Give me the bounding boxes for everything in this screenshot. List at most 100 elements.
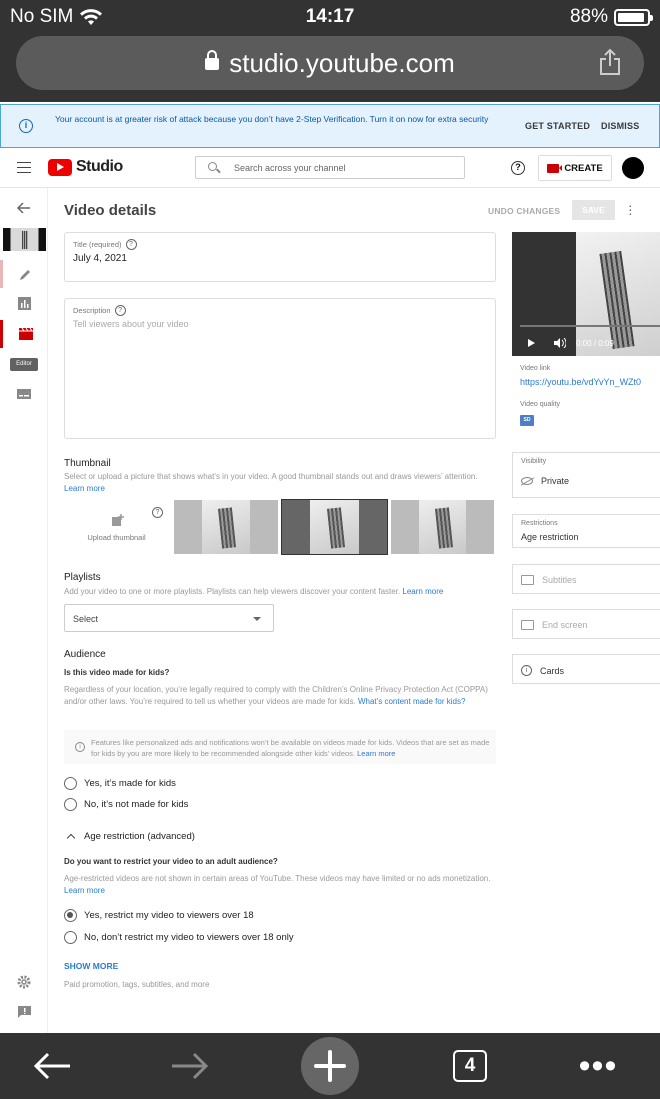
- age-yes-label: Yes, restrict my video to viewers over 1…: [84, 910, 254, 921]
- save-button[interactable]: SAVE: [572, 200, 615, 220]
- lock-icon: [205, 50, 220, 70]
- thumbnail-option[interactable]: [174, 500, 278, 554]
- editor-tooltip: Editor: [10, 358, 38, 371]
- play-icon[interactable]: [528, 339, 535, 347]
- help-icon[interactable]: ?: [125, 239, 137, 250]
- thumbnail-option-selected[interactable]: [281, 499, 388, 555]
- end-screen-icon: [521, 620, 534, 630]
- undo-changes-button[interactable]: UNDO CHANGES: [488, 206, 560, 216]
- end-screen-button[interactable]: End screen: [512, 609, 660, 639]
- banner-text: Your account is at greater risk of attac…: [55, 114, 489, 124]
- select-value: Select: [73, 614, 99, 624]
- search-icon: [208, 162, 217, 171]
- radio-button[interactable]: [64, 777, 77, 790]
- playlists-select[interactable]: Select: [64, 604, 274, 632]
- help-icon[interactable]: ?: [152, 507, 163, 518]
- editor-icon[interactable]: [0, 320, 48, 348]
- title-label: Title (required): [73, 240, 122, 249]
- settings-gear-icon[interactable]: [0, 968, 48, 996]
- feedback-icon[interactable]: [0, 998, 48, 1026]
- new-tab-button[interactable]: [300, 1033, 360, 1099]
- upload-thumbnail-button[interactable]: ? Upload thumbnail: [64, 500, 169, 554]
- tabs-button[interactable]: 4: [440, 1033, 500, 1099]
- cards-button[interactable]: i Cards: [512, 654, 660, 684]
- eye-off-icon: [521, 477, 533, 485]
- video-progress-bar[interactable]: [520, 325, 660, 327]
- video-link[interactable]: https://youtu.be/vdYvYn_WZt0: [520, 377, 641, 387]
- visibility-selector[interactable]: Visibility Private: [512, 452, 660, 498]
- age-description: Age-restricted videos are not shown in c…: [64, 874, 491, 895]
- restrictions-value: Age restriction: [521, 532, 579, 542]
- video-quality-label: Video quality: [520, 401, 560, 408]
- video-player[interactable]: 0:00 / 0:09: [512, 232, 660, 356]
- made-for-kids-link[interactable]: What’s content made for kids?: [358, 697, 465, 706]
- battery-icon: [614, 8, 653, 26]
- security-banner: i Your account is at greater risk of att…: [0, 104, 660, 148]
- info-icon: i: [75, 742, 85, 752]
- radio-button[interactable]: [64, 931, 77, 944]
- subtitles-button[interactable]: Subtitles: [512, 564, 660, 594]
- dropdown-arrow-icon: [253, 617, 261, 621]
- status-bar: No SIM 14:17 88%: [0, 0, 660, 32]
- dismiss-button[interactable]: DISMISS: [601, 121, 639, 131]
- back-arrow-icon[interactable]: [0, 194, 48, 222]
- age-learn-more-link[interactable]: Learn more: [64, 886, 105, 895]
- create-button[interactable]: CREATE: [538, 155, 612, 181]
- cards-label: Cards: [540, 665, 565, 676]
- help-icon[interactable]: ?: [511, 161, 525, 175]
- browser-bottom-bar: 4 •••: [0, 1033, 660, 1099]
- browser-toolbar: studio.youtube.com: [0, 32, 660, 102]
- end-screen-label: End screen: [542, 620, 588, 630]
- age-yes-radio[interactable]: Yes, restrict my video to viewers over 1…: [64, 909, 254, 922]
- avatar[interactable]: [622, 157, 644, 179]
- age-question: Do you want to restrict your video to an…: [64, 857, 278, 866]
- kids-yes-radio[interactable]: Yes, it’s made for kids: [64, 777, 176, 790]
- more-menu-icon[interactable]: •••: [568, 1033, 628, 1099]
- battery-percent: 88%: [569, 6, 608, 27]
- clock: 14:17: [305, 6, 355, 27]
- show-more-button[interactable]: SHOW MORE: [64, 961, 118, 971]
- page-title: Video details: [64, 202, 157, 219]
- video-link-label: Video link: [520, 365, 551, 372]
- description-placeholder: Tell viewers about your video: [73, 319, 189, 329]
- search-input[interactable]: Search across your channel: [195, 156, 465, 179]
- title-value: July 4, 2021: [73, 253, 127, 264]
- thumbnail-learn-more-link[interactable]: Learn more: [64, 484, 105, 493]
- share-icon[interactable]: [598, 48, 622, 76]
- studio-header: Studio Search across your channel ? CREA…: [0, 148, 660, 188]
- restrictions-label: Restrictions: [521, 520, 558, 527]
- video-thumbnail[interactable]: [3, 228, 46, 251]
- age-no-radio[interactable]: No, don’t restrict my video to viewers o…: [64, 931, 294, 944]
- playlists-learn-more-link[interactable]: Learn more: [402, 587, 443, 596]
- edit-icon[interactable]: [0, 260, 48, 288]
- age-restriction-toggle[interactable]: Age restriction (advanced): [66, 831, 195, 843]
- studio-logo[interactable]: Studio: [48, 158, 123, 176]
- restrictions-box[interactable]: Restrictions Age restriction: [512, 514, 660, 548]
- get-started-button[interactable]: GET STARTED: [525, 121, 590, 131]
- kids-notice: i Features like personalized ads and not…: [64, 730, 496, 764]
- more-options-icon[interactable]: · · ·: [628, 198, 633, 220]
- video-details-page: Video details UNDO CHANGES SAVE · · · Titl…: [48, 188, 660, 1033]
- url-text: studio.youtube.com: [229, 48, 455, 78]
- youtube-logo-icon: [48, 158, 72, 176]
- address-bar[interactable]: studio.youtube.com: [16, 36, 644, 90]
- description-label: Description: [73, 306, 111, 315]
- search-placeholder: Search across your channel: [234, 163, 346, 173]
- description-field[interactable]: Description? Tell viewers about your vid…: [64, 298, 496, 439]
- volume-icon[interactable]: [554, 337, 567, 351]
- menu-icon[interactable]: [17, 162, 31, 173]
- radio-button[interactable]: [64, 798, 77, 811]
- title-field[interactable]: Title (required)? July 4, 2021: [64, 232, 496, 282]
- kids-no-radio[interactable]: No, it’s not made for kids: [64, 798, 188, 811]
- notice-learn-more-link[interactable]: Learn more: [357, 749, 395, 758]
- radio-button-selected[interactable]: [64, 909, 77, 922]
- logo-text: Studio: [76, 158, 123, 175]
- audience-heading: Audience: [64, 649, 106, 660]
- thumbnail-option[interactable]: [391, 500, 494, 554]
- plus-icon: [301, 1037, 359, 1095]
- analytics-icon[interactable]: [0, 289, 48, 317]
- subtitles-icon[interactable]: [0, 380, 48, 408]
- help-icon[interactable]: ?: [114, 305, 126, 316]
- back-icon[interactable]: [22, 1033, 82, 1099]
- forward-icon[interactable]: [160, 1033, 220, 1099]
